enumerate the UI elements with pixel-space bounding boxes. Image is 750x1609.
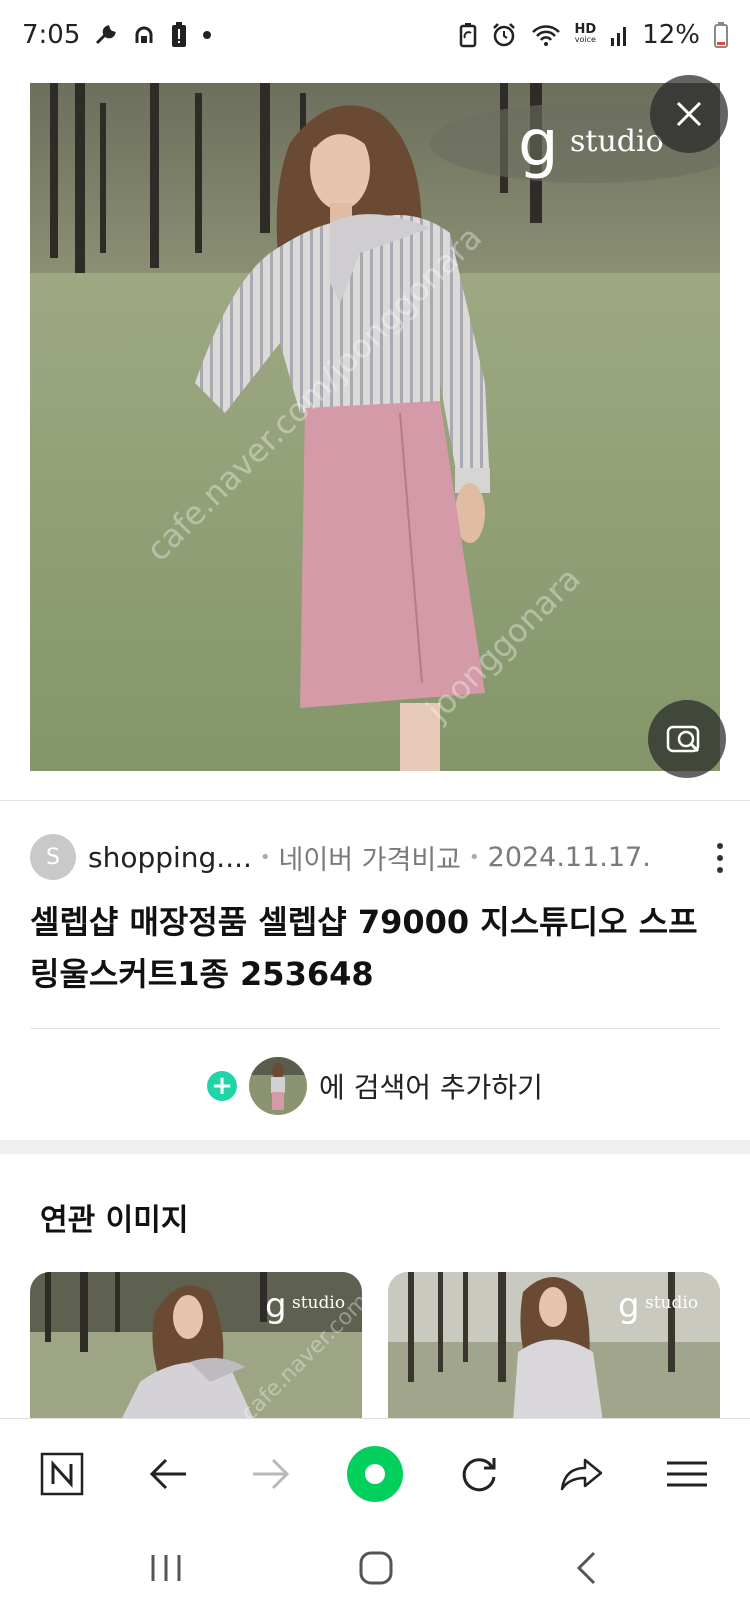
recent-apps-icon [151, 1555, 181, 1581]
source-row[interactable]: S shopping.... • 네이버 가격비교 • 2024.11.17. [30, 832, 730, 882]
hotspot-icon [132, 23, 156, 47]
hamburger-menu-icon [667, 1461, 707, 1487]
more-options-button[interactable] [710, 838, 730, 878]
section-separator [0, 1140, 750, 1154]
signal-icon [610, 24, 628, 46]
alarm-icon [491, 22, 517, 48]
separator-dot: • [259, 846, 271, 868]
brand-text: studio [570, 124, 664, 159]
divider [30, 1028, 720, 1029]
home-button[interactable] [336, 1538, 416, 1598]
separator-dot: • [469, 846, 480, 868]
related-images-title: 연관 이미지 [40, 1203, 189, 1238]
brand-logo: g [518, 107, 559, 181]
refresh-button[interactable] [444, 1439, 514, 1509]
dot-icon [202, 30, 212, 40]
naver-n-icon [40, 1452, 84, 1496]
brand-logo: g [265, 1286, 287, 1326]
share-button[interactable] [546, 1439, 616, 1509]
home-icon [359, 1551, 393, 1585]
browser-toolbar [0, 1418, 750, 1528]
battery-icon [714, 22, 728, 48]
arrow-right-icon [253, 1458, 290, 1490]
image-thumbnail [249, 1057, 308, 1115]
add-search-term-button[interactable]: + 에 검색어 추가하기 [0, 1055, 750, 1117]
close-icon [676, 101, 702, 127]
site-name[interactable]: shopping.... [88, 841, 252, 874]
back-button[interactable] [133, 1439, 203, 1509]
naver-green-dot-icon [347, 1446, 403, 1502]
close-button[interactable] [650, 75, 728, 153]
result-title[interactable]: 셀렙샵 매장정품 셀렙샵 79000 지스튜디오 스프링울스커트1종 25364… [30, 896, 720, 1000]
date-label: 2024.11.17. [487, 841, 651, 873]
menu-button[interactable] [652, 1439, 722, 1509]
back-nav-button[interactable] [546, 1538, 626, 1598]
plus-icon: + [207, 1071, 238, 1101]
source-label: 네이버 가격비교 [278, 844, 462, 876]
related-image[interactable]: g studio cafe.naver.com [30, 1272, 362, 1422]
battery-saver-icon [459, 22, 477, 48]
chevron-left-icon [576, 1551, 596, 1585]
kebab-menu-icon [717, 843, 723, 873]
arrow-left-icon [149, 1458, 186, 1490]
brand-logo: g [618, 1286, 640, 1326]
green-dot-button[interactable] [340, 1439, 410, 1509]
system-nav-bar [0, 1528, 750, 1609]
naver-home-button[interactable] [27, 1439, 97, 1509]
brand-text: studio [645, 1293, 698, 1313]
divider [0, 800, 750, 801]
battery-alert-icon [170, 22, 188, 48]
clock: 7:05 [22, 20, 81, 50]
wifi-icon [531, 23, 561, 47]
refresh-icon [462, 1458, 496, 1492]
add-search-label: 에 검색어 추가하기 [319, 1071, 543, 1104]
wrench-icon [94, 23, 118, 47]
site-favicon: S [30, 834, 76, 880]
recent-apps-button[interactable] [126, 1538, 206, 1598]
hd-voice-icon: HD voice [574, 22, 597, 44]
battery-percent: 12% [642, 20, 700, 50]
product-image[interactable]: g studio cafe.naver.com/joonggonara joon… [30, 83, 720, 771]
forward-button[interactable] [236, 1439, 306, 1509]
image-search-button[interactable] [648, 700, 726, 778]
related-image[interactable]: g studio [388, 1272, 720, 1422]
status-bar: 7:05 HD voice 12% [0, 0, 750, 70]
share-arrow-icon [560, 1458, 603, 1491]
lens-search-icon [666, 725, 700, 753]
